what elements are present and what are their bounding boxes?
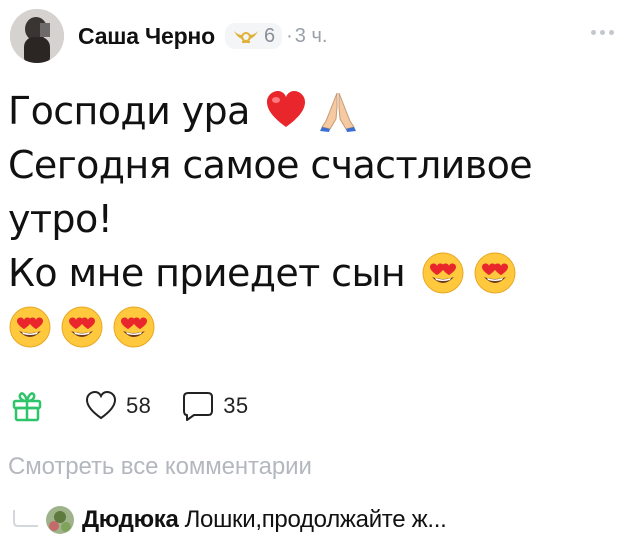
separator-dot: · — [286, 24, 293, 47]
heart-eyes-emoji — [474, 252, 516, 294]
badge-level: 6 — [263, 24, 276, 47]
folded-hands-emoji — [319, 92, 356, 132]
text-line: Ко мне приедет сын — [8, 251, 406, 295]
wings-badge-icon — [233, 31, 258, 43]
author-name[interactable]: Саша Черно — [78, 23, 215, 50]
post-text: Господи ура Сегодня самое счастливое утр… — [8, 84, 623, 354]
like-button[interactable]: 58 — [84, 389, 151, 423]
gift-icon[interactable] — [10, 389, 44, 423]
view-all-comments-link[interactable]: Смотреть все комментарии — [8, 453, 312, 481]
heart-eyes-emoji — [9, 306, 51, 348]
heart-eyes-emoji — [113, 306, 155, 348]
commenter-name[interactable]: Дюдюка — [82, 506, 179, 534]
post-header: Саша Черно 6 · 3 ч. — [10, 8, 630, 64]
text-line-1: Господи ура — [8, 84, 623, 138]
heart-eyes-emoji — [422, 252, 464, 294]
heart-outline-icon — [85, 390, 117, 420]
post-card: Саша Черно 6 · 3 ч. Господи ура Сегодня … — [0, 0, 640, 550]
comment-preview[interactable]: Дюдюка Лошки,продолжайте ж... — [10, 500, 630, 540]
post-actions: 58 35 — [10, 384, 249, 428]
text-line: Господи ура — [8, 89, 250, 133]
text-line: утро! — [8, 197, 113, 241]
likes-count: 58 — [126, 393, 152, 418]
post-time: 3 ч. — [294, 24, 328, 47]
heart-eyes-emoji — [61, 306, 103, 348]
level-badge[interactable]: 6 — [224, 23, 283, 49]
author-avatar[interactable] — [10, 9, 64, 63]
commenter-avatar[interactable] — [46, 506, 74, 534]
comment-button[interactable]: 35 — [181, 389, 248, 423]
comment-text: Лошки,продолжайте ж... — [184, 506, 447, 533]
text-line-4: Ко мне приедет сын — [8, 246, 623, 300]
text-line-3: утро! — [8, 192, 623, 246]
comment-bubble-icon — [183, 392, 214, 421]
text-line-2: Сегодня самое счастливое — [8, 138, 623, 192]
text-line: Сегодня самое счастливое — [8, 143, 533, 187]
more-dots-icon[interactable] — [582, 22, 622, 42]
emoji-line — [8, 300, 623, 354]
red-heart-emoji — [266, 91, 305, 127]
reply-line-icon — [13, 510, 38, 527]
comments-count: 35 — [223, 393, 249, 418]
